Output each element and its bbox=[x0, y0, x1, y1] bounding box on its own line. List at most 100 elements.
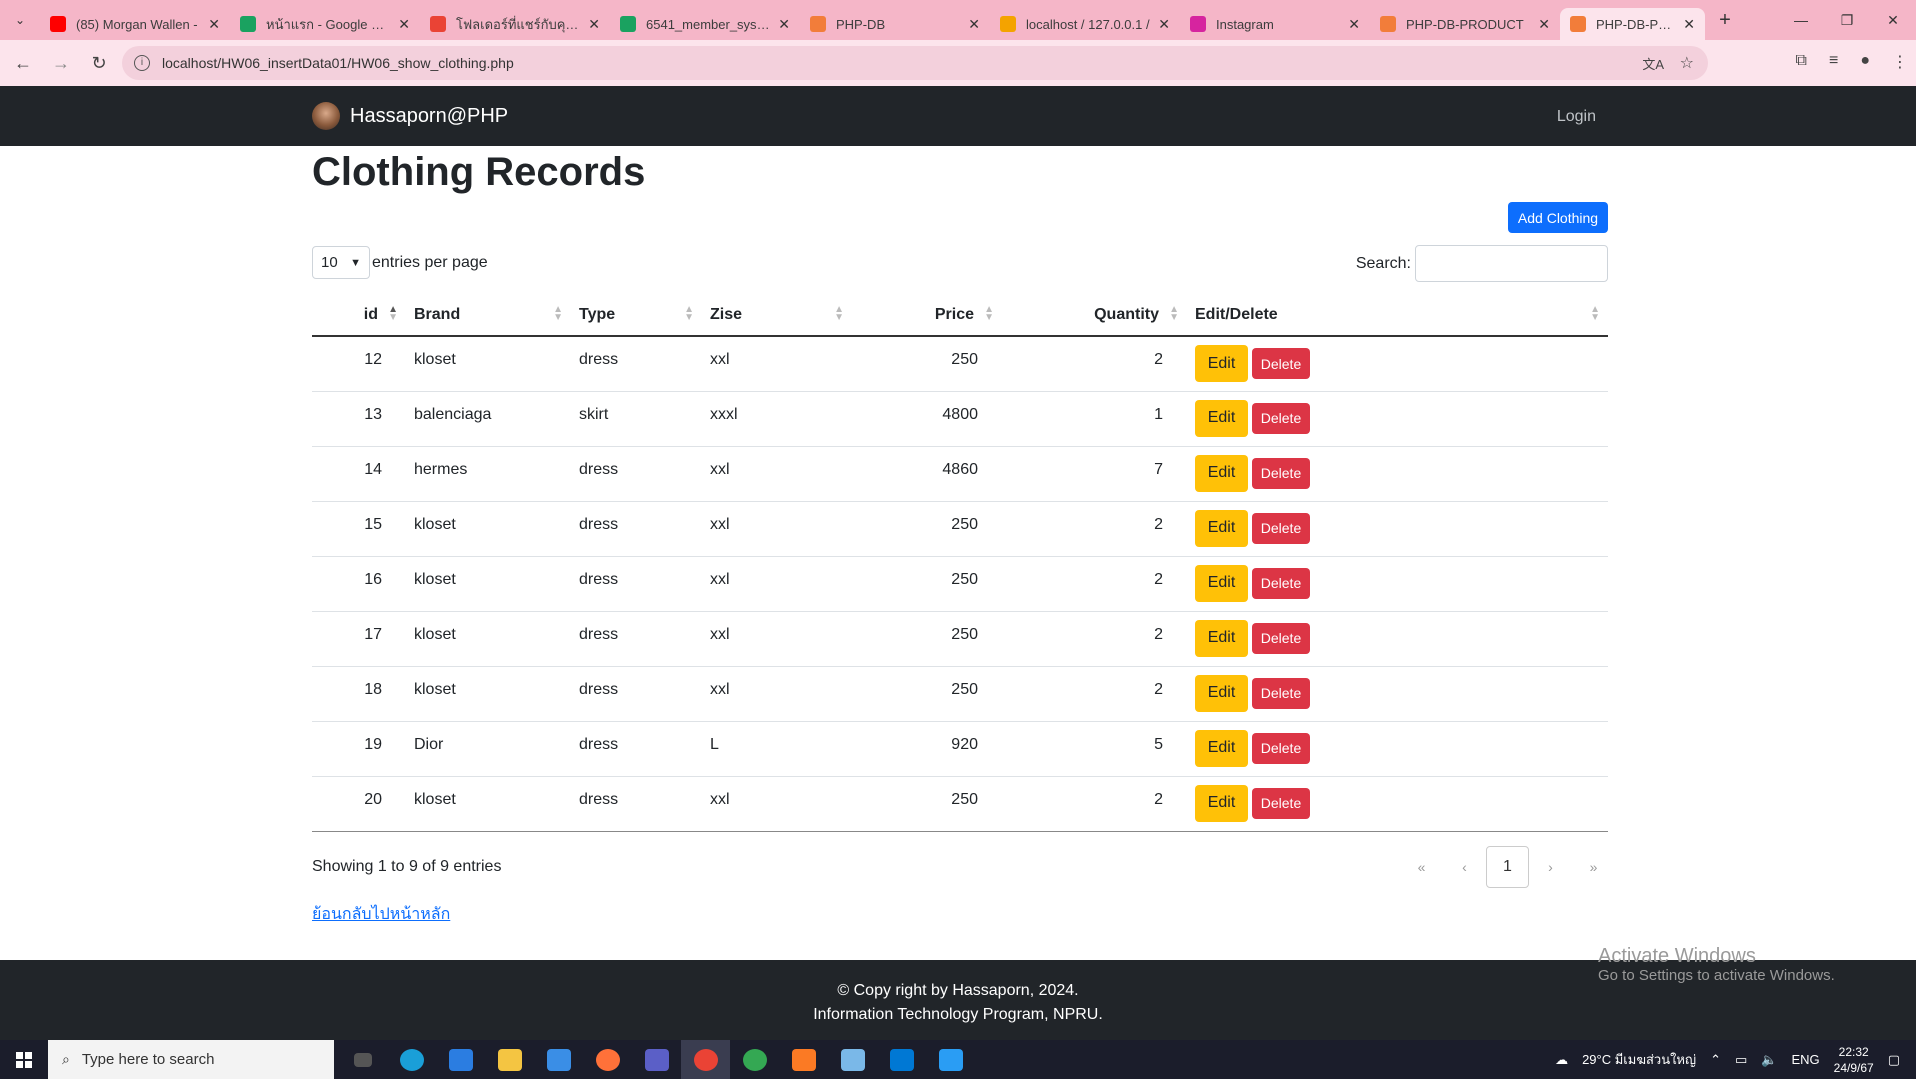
delete-button[interactable]: Delete bbox=[1252, 567, 1310, 599]
weather-text[interactable]: 29°C มีเมฆส่วนใหญ่ bbox=[1582, 1049, 1696, 1070]
mail-icon[interactable] bbox=[534, 1040, 583, 1079]
tab-close-icon[interactable]: ✕ bbox=[1538, 16, 1550, 33]
notifications-icon[interactable]: ▢ bbox=[1888, 1052, 1900, 1068]
add-clothing-button[interactable]: Add Clothing bbox=[1508, 202, 1608, 233]
last-page-button[interactable]: » bbox=[1572, 846, 1615, 888]
chrome-icon[interactable] bbox=[681, 1040, 730, 1079]
weather-icon[interactable]: ☁ bbox=[1555, 1052, 1568, 1068]
edit-button[interactable]: Edit bbox=[1195, 454, 1248, 492]
show-hidden-icon[interactable]: ⌃ bbox=[1710, 1052, 1721, 1068]
delete-button[interactable]: Delete bbox=[1252, 622, 1310, 654]
file-explorer-icon[interactable] bbox=[485, 1040, 534, 1079]
tab-close-icon[interactable]: ✕ bbox=[1348, 16, 1360, 33]
edit-button[interactable]: Edit bbox=[1195, 564, 1248, 602]
forward-arrow-icon[interactable]: → bbox=[46, 53, 76, 74]
first-page-button[interactable]: « bbox=[1400, 846, 1443, 888]
cell-type: dress bbox=[571, 611, 702, 667]
browser-tab[interactable]: โฟลเดอร์ที่แชร์กับคุณ: "6 ✕ bbox=[420, 8, 610, 40]
tab-close-icon[interactable]: ✕ bbox=[398, 16, 410, 33]
search-label: Search: bbox=[1355, 254, 1411, 272]
browser-tab[interactable]: PHP-DB ✕ bbox=[800, 8, 990, 40]
clock[interactable]: 22:32 24/9/67 bbox=[1834, 1044, 1874, 1076]
tab-close-icon[interactable]: ✕ bbox=[208, 16, 220, 33]
cell-actions: Edit Delete bbox=[1187, 501, 1608, 557]
browser-tab[interactable]: PHP-DB-PRODUCT ✕ bbox=[1560, 8, 1705, 40]
media-control-icon[interactable]: ≡ bbox=[1829, 52, 1838, 72]
edit-button[interactable]: Edit bbox=[1195, 619, 1248, 657]
cell-price: 250 bbox=[852, 336, 1002, 392]
edit-button[interactable]: Edit bbox=[1195, 345, 1248, 382]
column-header[interactable]: id ▲ ▼ bbox=[312, 294, 406, 337]
column-header[interactable]: Edit/Delete ▲ ▼ bbox=[1187, 294, 1608, 337]
profile-avatar-icon[interactable]: ● bbox=[1860, 52, 1870, 72]
column-header[interactable]: Price ▲ ▼ bbox=[852, 294, 1002, 337]
back-to-home-link[interactable]: ย้อนกลับไปหน้าหลัก bbox=[312, 902, 450, 927]
notepad-icon[interactable] bbox=[828, 1040, 877, 1079]
delete-button[interactable]: Delete bbox=[1252, 787, 1310, 819]
next-page-button[interactable]: › bbox=[1529, 846, 1572, 888]
site-info-icon[interactable]: i bbox=[134, 55, 150, 71]
browser-tab[interactable]: (85) Morgan Wallen - ✕ bbox=[40, 8, 230, 40]
tab-close-icon[interactable]: ✕ bbox=[588, 16, 600, 33]
browser-menu-icon[interactable]: ⋮ bbox=[1892, 52, 1908, 72]
search-input[interactable] bbox=[1415, 245, 1608, 282]
delete-button[interactable]: Delete bbox=[1252, 348, 1310, 379]
column-header[interactable]: Brand ▲ ▼ bbox=[406, 294, 571, 337]
column-header[interactable]: Quantity ▲ ▼ bbox=[1002, 294, 1187, 337]
delete-button[interactable]: Delete bbox=[1252, 677, 1310, 709]
restore-icon[interactable]: ❐ bbox=[1824, 0, 1870, 40]
task-view-icon[interactable] bbox=[338, 1040, 387, 1079]
minimize-icon[interactable]: — bbox=[1778, 0, 1824, 40]
login-link[interactable]: Login bbox=[1557, 108, 1596, 126]
browser-tab[interactable]: PHP-DB-PRODUCT ✕ bbox=[1370, 8, 1560, 40]
vscode-icon[interactable] bbox=[877, 1040, 926, 1079]
current-page-button[interactable]: 1 bbox=[1486, 846, 1529, 888]
tab-close-icon[interactable]: ✕ bbox=[1683, 16, 1695, 33]
browser-tab[interactable]: หน้าแรก - Google ไดรฟ์ ✕ bbox=[230, 8, 420, 40]
delete-button[interactable]: Delete bbox=[1252, 732, 1310, 764]
browser-tab[interactable]: localhost / 127.0.0.1 / ✕ bbox=[990, 8, 1180, 40]
chrome-alt-icon[interactable] bbox=[730, 1040, 779, 1079]
reload-icon[interactable]: ↻ bbox=[84, 53, 114, 74]
edge-icon[interactable] bbox=[387, 1040, 436, 1079]
tab-search-icon[interactable]: ⌄ bbox=[0, 0, 40, 40]
close-window-icon[interactable]: ✕ bbox=[1870, 0, 1916, 40]
tab-close-icon[interactable]: ✕ bbox=[1158, 16, 1170, 33]
network-icon[interactable]: ▭ bbox=[1735, 1052, 1747, 1068]
url-field[interactable]: i localhost/HW06_insertData01/HW06_show_… bbox=[122, 46, 1708, 80]
navbar-brand[interactable]: Hassaporn@PHP bbox=[312, 102, 508, 130]
delete-button[interactable]: Delete bbox=[1252, 457, 1310, 489]
new-tab-button[interactable]: + bbox=[1709, 9, 1741, 32]
bookmark-star-icon[interactable]: ☆ bbox=[1680, 53, 1694, 73]
store-icon[interactable] bbox=[436, 1040, 485, 1079]
edit-button[interactable]: Edit bbox=[1195, 674, 1248, 712]
windows-start-icon[interactable] bbox=[0, 1040, 48, 1079]
column-header-label: Price bbox=[934, 305, 974, 323]
column-header[interactable]: Type ▲ ▼ bbox=[571, 294, 702, 337]
tab-close-icon[interactable]: ✕ bbox=[778, 16, 790, 33]
xampp-icon[interactable] bbox=[779, 1040, 828, 1079]
taskbar-search-box[interactable]: ⌕ Type here to search bbox=[48, 1040, 334, 1079]
language-indicator[interactable]: ENG bbox=[1791, 1052, 1819, 1067]
edit-button[interactable]: Edit bbox=[1195, 729, 1248, 767]
edit-button[interactable]: Edit bbox=[1195, 509, 1248, 547]
tab-favicon-icon bbox=[620, 16, 636, 32]
browser-tab[interactable]: Instagram ✕ bbox=[1180, 8, 1370, 40]
delete-button[interactable]: Delete bbox=[1252, 402, 1310, 434]
volume-icon[interactable]: 🔈 bbox=[1761, 1052, 1777, 1068]
column-header[interactable]: Zise ▲ ▼ bbox=[702, 294, 852, 337]
extensions-icon[interactable]: ⧉ bbox=[1796, 52, 1807, 72]
prev-page-button[interactable]: ‹ bbox=[1443, 846, 1486, 888]
translate-icon[interactable]: 文A bbox=[1642, 54, 1664, 73]
tab-label: PHP-DB-PRODUCT bbox=[1596, 16, 1676, 32]
delete-button[interactable]: Delete bbox=[1252, 512, 1310, 544]
entries-per-page-select[interactable]: 10 ▼ bbox=[312, 246, 370, 279]
browser-tab[interactable]: 6541_member_system ✕ bbox=[610, 8, 800, 40]
firefox-icon[interactable] bbox=[583, 1040, 632, 1079]
edit-button[interactable]: Edit bbox=[1195, 399, 1248, 437]
edit-button[interactable]: Edit bbox=[1195, 784, 1248, 822]
back-arrow-icon[interactable]: ← bbox=[8, 53, 38, 74]
tab-close-icon[interactable]: ✕ bbox=[968, 16, 980, 33]
paint-icon[interactable] bbox=[926, 1040, 975, 1079]
app-icon[interactable] bbox=[632, 1040, 681, 1079]
